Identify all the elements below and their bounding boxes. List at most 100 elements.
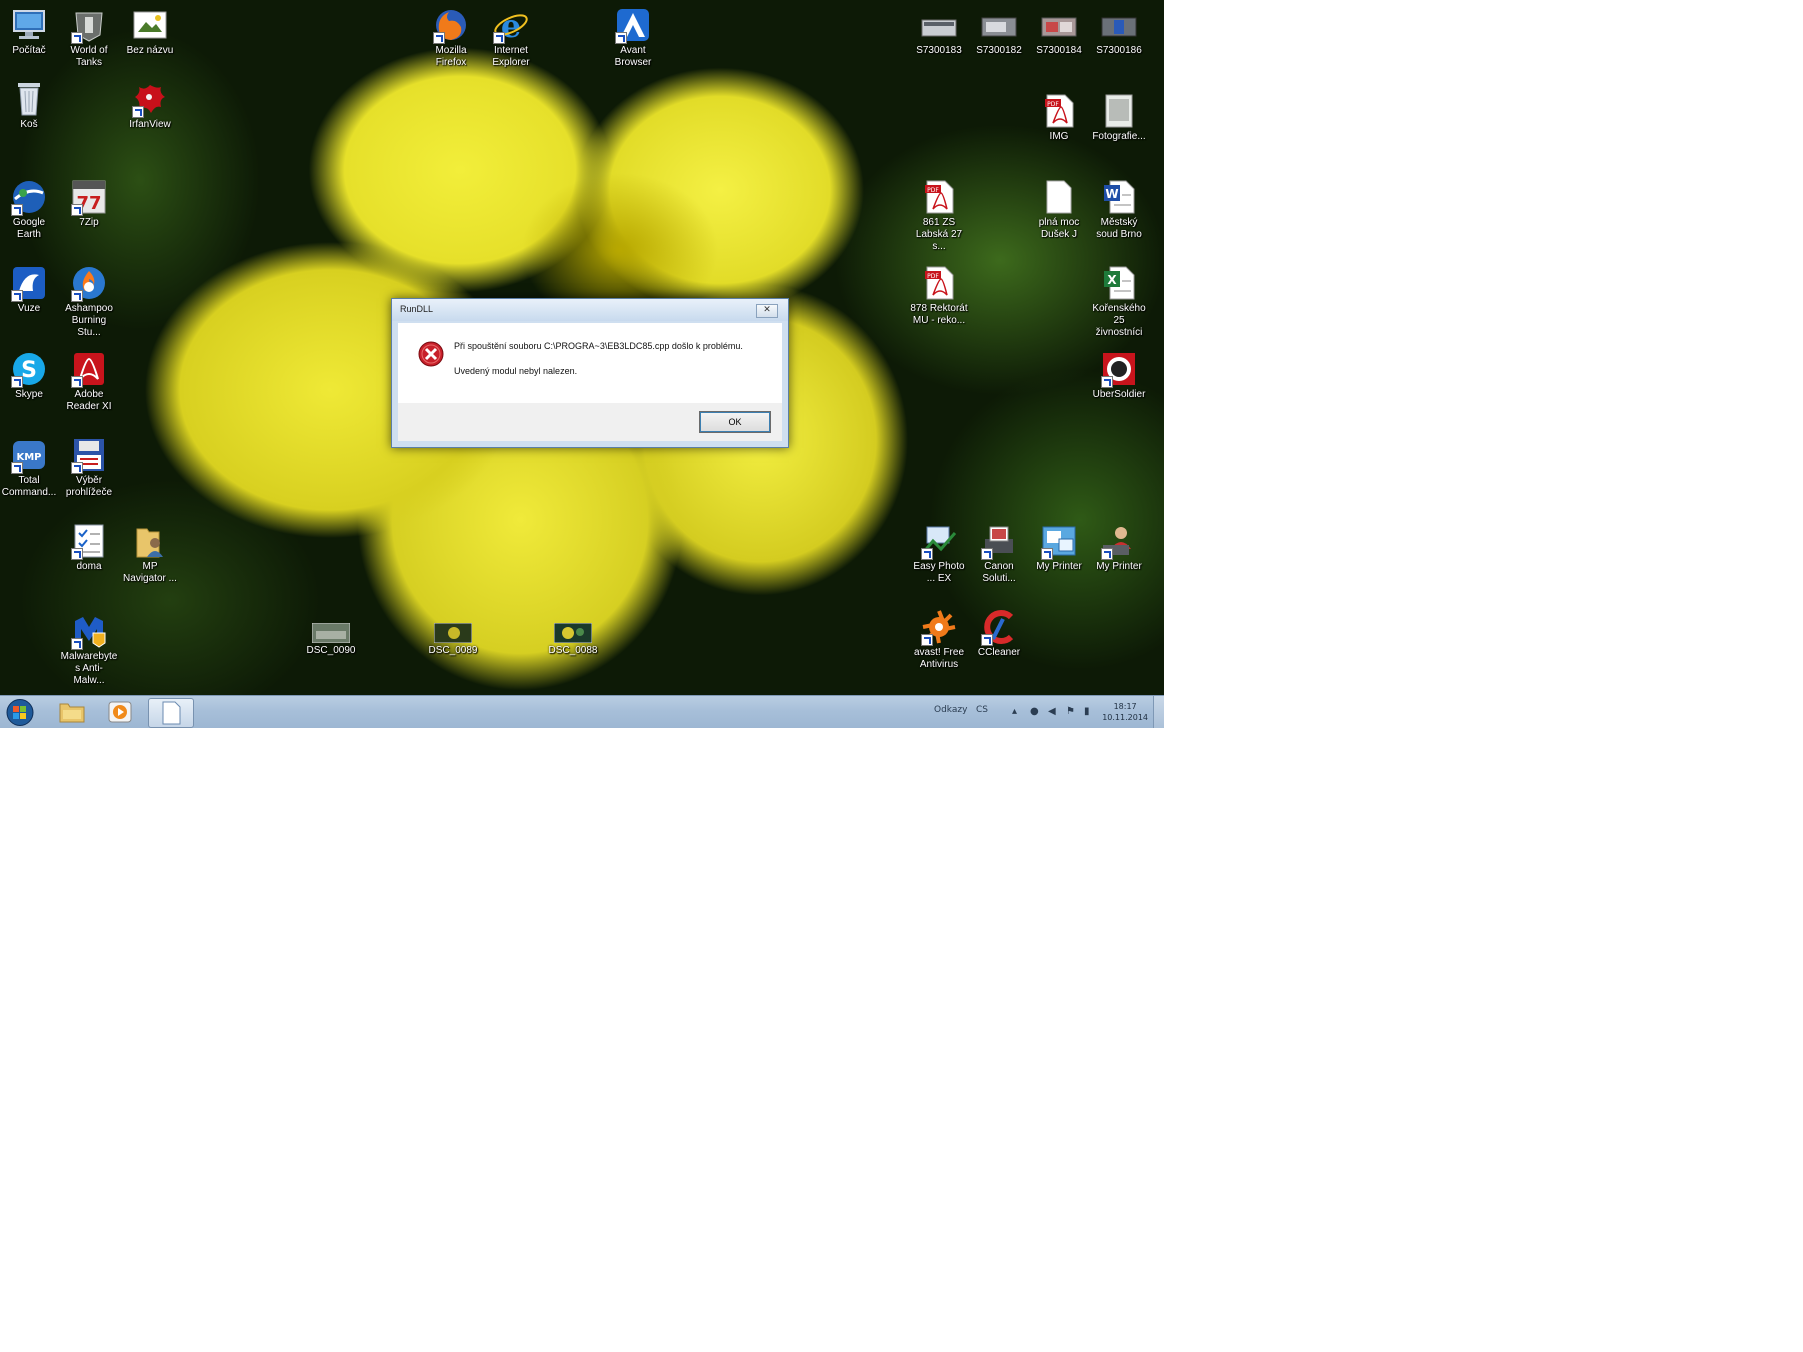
- desktop-icon-skype[interactable]: S Skype: [0, 350, 58, 420]
- pdf-file-icon: PDF: [925, 266, 954, 300]
- shortcut-arrow-icon: [11, 462, 23, 474]
- desktop-icon-label: DSC_0088: [548, 645, 598, 656]
- desktop-icon-kos[interactable]: Koš: [0, 80, 58, 150]
- desktop-icon-malwarebytes[interactable]: Malwarebytes Anti-Malw...: [60, 612, 118, 686]
- text-file-icon: [1046, 180, 1072, 214]
- show-hidden-icons-button[interactable]: ▴: [1012, 706, 1017, 717]
- desktop-icon-mp-navigator[interactable]: Easy Photo ... EX: [910, 522, 968, 592]
- desktop-icon-label: S7300182: [976, 45, 1022, 56]
- desktop-icon-s7300183[interactable]: S7300183: [910, 6, 968, 76]
- desktop-icon-label: CCleaner: [977, 647, 1021, 658]
- desktop[interactable]: Počítač Koš Google Earth Vuze S Skype KM…: [0, 0, 1164, 728]
- desktop-icon-internet-explorer[interactable]: e Internet Explorer: [482, 6, 540, 76]
- desktop-icon-label: Kořenského 25 živnostníci: [1092, 303, 1146, 338]
- shortcut-arrow-icon: [921, 548, 933, 560]
- desktop-icon-adobe-reader[interactable]: Adobe Reader XI: [60, 350, 118, 420]
- desktop-icon-ashampoo[interactable]: Ashampoo Burning Stu...: [60, 264, 118, 338]
- clock[interactable]: 18:17 10.11.2014: [1102, 701, 1148, 723]
- taskbar-explorer[interactable]: [50, 698, 94, 726]
- error-icon: [418, 341, 444, 367]
- ok-button[interactable]: OK: [699, 411, 771, 433]
- dialog-titlebar[interactable]: RunDLL ✕: [392, 299, 788, 321]
- word-file-icon: W: [1104, 180, 1135, 214]
- desktop-icon-label: avast! Free Antivirus: [913, 647, 965, 670]
- desktop-icon-dsc-0089[interactable]: DSC_0089: [424, 622, 482, 692]
- action-center-icon[interactable]: ⚑: [1066, 706, 1075, 717]
- desktop-icon-dsc-0090[interactable]: DSC_0090: [302, 622, 360, 692]
- desktop-icon-avast[interactable]: avast! Free Antivirus: [910, 608, 968, 678]
- desktop-icon-vyber-prohlizece[interactable]: doma: [60, 522, 118, 592]
- desktop-icon-ccleaner[interactable]: CCleaner: [970, 608, 1028, 678]
- taskbar-active-window[interactable]: [148, 698, 194, 728]
- desktop-icon-korenskeho[interactable]: X Kořenského 25 živnostníci: [1090, 264, 1148, 338]
- desktop-icon-firefox[interactable]: Mozilla Firefox: [422, 6, 480, 76]
- desktop-icon-vuze[interactable]: Vuze: [0, 264, 58, 334]
- desktop-icon-label: DSC_0089: [428, 645, 478, 656]
- scanner-icon: [981, 17, 1017, 37]
- error-message: Při spouštění souboru C:\PROGRA~3\EB3LDC…: [454, 341, 743, 351]
- desktop-icon-label: doma: [76, 561, 102, 572]
- shortcut-arrow-icon: [71, 204, 83, 216]
- desktop-icon-avant-browser[interactable]: Avant Browser: [604, 6, 662, 76]
- shortcut-arrow-icon: [11, 204, 23, 216]
- svg-text:PDF: PDF: [927, 187, 939, 194]
- desktop-icon-label: S7300183: [916, 45, 962, 56]
- desktop-icon-s7300182[interactable]: S7300182: [970, 6, 1028, 76]
- scanner-icon: [1041, 17, 1077, 37]
- shortcut-arrow-icon: [11, 290, 23, 302]
- taskbar-media-player[interactable]: [98, 698, 142, 726]
- desktop-icon-mestsky-soud[interactable]: W Městský soud Brno: [1090, 178, 1148, 248]
- shortcut-arrow-icon: [615, 32, 627, 44]
- desktop-icon-canon[interactable]: My Printer: [1030, 522, 1088, 592]
- desktop-icon-world-of-tanks[interactable]: World of Tanks: [60, 6, 118, 76]
- desktop-icon-label: MP Navigator ...: [123, 561, 177, 584]
- desktop-icon-doma[interactable]: MP Navigator ...: [121, 522, 179, 592]
- desktop-icon-7zip[interactable]: 77 7Zip: [60, 178, 118, 248]
- excel-file-icon: X: [1104, 266, 1135, 300]
- image-file-icon: [133, 11, 167, 39]
- desktop-icon-kmplayer[interactable]: KMP Total Command...: [0, 436, 58, 506]
- shortcut-arrow-icon: [981, 634, 993, 646]
- language-indicator[interactable]: CS: [976, 705, 988, 715]
- desktop-icon-easy-photo[interactable]: Canon Soluti...: [970, 522, 1028, 592]
- desktop-icon-dsc-0088[interactable]: DSC_0088: [544, 622, 602, 692]
- desktop-icon-google-earth[interactable]: Google Earth: [0, 178, 58, 248]
- network-icon[interactable]: ▮: [1084, 706, 1090, 717]
- scanner-icon: [921, 19, 957, 37]
- desktop-icon-878-rektorat[interactable]: PDF 878 Rektorát MU - reko...: [910, 264, 968, 334]
- desktop-icon-img[interactable]: PDF IMG: [1030, 92, 1088, 162]
- desktop-icon-total-commander[interactable]: Výběr prohlížeče: [60, 436, 118, 506]
- desktop-icon-label: plná moc Dušek J: [1038, 217, 1080, 240]
- desktop-icon-label: Mozilla Firefox: [435, 45, 467, 68]
- tray-app-icon[interactable]: ●: [1030, 706, 1039, 717]
- system-tray: Odkazy CS ▴ ● ◀ ⚑ ▮ 18:17 10.11.2014: [934, 696, 1164, 728]
- desktop-icon-861-zs[interactable]: PDF 861 ZS Labská 27 s...: [910, 178, 968, 252]
- desktop-icon-ubersoldier[interactable]: UberSoldier: [1090, 350, 1148, 420]
- desktop-icon-s7300186[interactable]: S7300186: [1090, 6, 1148, 76]
- links-toolbar[interactable]: Odkazy: [934, 705, 967, 715]
- volume-icon[interactable]: ◀: [1048, 706, 1056, 717]
- svg-text:PDF: PDF: [927, 273, 939, 280]
- desktop-icon-s7300184[interactable]: S7300184: [1030, 6, 1088, 76]
- show-desktop-button[interactable]: [1153, 696, 1164, 728]
- desktop-icon-label: Fotografie...: [1092, 131, 1146, 142]
- shortcut-arrow-icon: [1041, 548, 1053, 560]
- start-button[interactable]: [4, 698, 38, 727]
- desktop-icon-plna-moc[interactable]: plná moc Dušek J: [1030, 178, 1088, 248]
- error-detail: Uvedený modul nebyl nalezen.: [454, 366, 578, 376]
- user-folder-icon: [136, 528, 163, 558]
- media-player-icon: [108, 701, 132, 723]
- desktop-icon-pocitac[interactable]: Počítač: [0, 6, 58, 76]
- desktop-icon-label: S7300184: [1036, 45, 1082, 56]
- svg-text:PDF: PDF: [1047, 101, 1059, 108]
- desktop-icon-fotografie[interactable]: Fotografie...: [1090, 92, 1148, 162]
- desktop-icon-irfanview[interactable]: IrfanView: [121, 80, 179, 150]
- desktop-icon-label: 7Zip: [79, 217, 99, 228]
- dialog-title: RunDLL: [400, 304, 434, 314]
- shortcut-arrow-icon: [921, 634, 933, 646]
- desktop-icon-bez-nazvu[interactable]: Bez názvu: [121, 6, 179, 76]
- shortcut-arrow-icon: [71, 290, 83, 302]
- shortcut-arrow-icon: [433, 32, 445, 44]
- desktop-icon-my-printer[interactable]: My Printer: [1090, 522, 1148, 592]
- close-button[interactable]: ✕: [756, 304, 778, 318]
